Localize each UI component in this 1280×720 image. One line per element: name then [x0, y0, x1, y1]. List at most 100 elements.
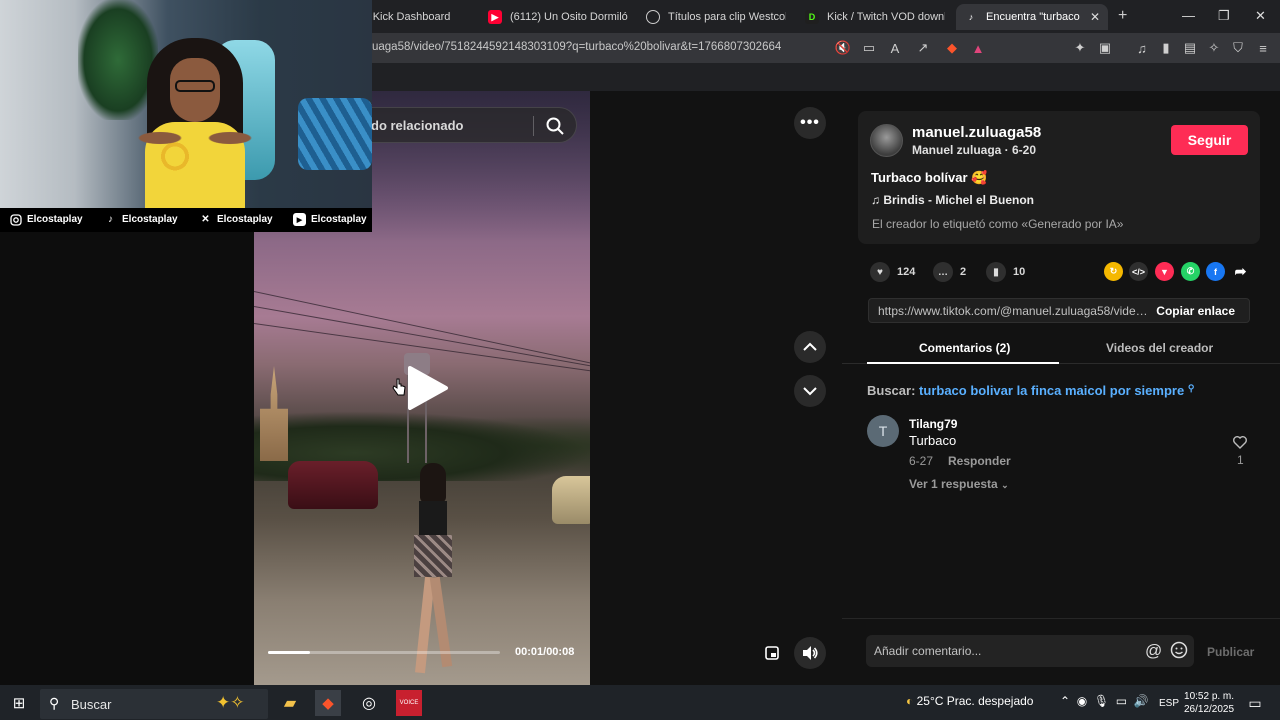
repost-icon[interactable]: ↻ — [1104, 262, 1123, 281]
video-person — [406, 463, 460, 674]
notification-icon[interactable]: ▭ — [1242, 690, 1268, 716]
system-clock[interactable]: 10:52 p. m. 26/12/2025 — [1184, 690, 1234, 716]
creator-avatar[interactable] — [870, 124, 903, 157]
tab-vod-downloader[interactable]: D Kick / Twitch VOD downloa — [805, 4, 945, 30]
comment-date: 6-27 — [909, 454, 934, 468]
weather-widget[interactable]: ◐ 25°C Prac. despejado — [906, 694, 1033, 708]
webcam-overlay — [0, 0, 372, 208]
social-handle: Elcostaplay — [217, 214, 273, 225]
clock-time: 10:52 p. m. — [1184, 691, 1235, 702]
share-icon[interactable]: ➦ — [1231, 262, 1250, 281]
windows-start-icon[interactable]: ⊞ — [6, 690, 32, 716]
brave-rewards-icon[interactable]: ▲ — [969, 39, 987, 57]
pip-icon — [765, 646, 779, 660]
comment-like-count: 1 — [1237, 453, 1244, 467]
menu-icon[interactable]: ≡ — [1254, 39, 1272, 57]
view-replies-button[interactable]: Ver 1 respuesta ⌄ — [909, 477, 1009, 491]
chevron-down-icon: ⌄ — [1001, 480, 1009, 490]
tab-titulos[interactable]: Títulos para clip Westcol — [646, 4, 786, 30]
related-search-suggestion[interactable]: Buscar: turbaco bolivar la finca maicol … — [867, 383, 1194, 398]
ellipsis-icon: ••• — [800, 114, 820, 131]
divider — [533, 116, 534, 136]
wallet-icon[interactable]: ▤ — [1181, 39, 1199, 57]
tiktok-icon: ♪ — [968, 12, 974, 22]
tray-icons[interactable]: ⌃ ◉ 🎙 ▭ 🔊 — [1060, 694, 1149, 708]
social-handles-bar: Elcostaplay ♪ Elcostaplay ✕ Elcostaplay … — [0, 208, 372, 232]
obs-icon[interactable]: ◎ — [356, 690, 382, 716]
tab-comments[interactable]: Comentarios (2) — [919, 341, 1010, 355]
floating-player-button[interactable] — [756, 637, 788, 669]
tab-label: Kick / Twitch VOD downloa — [827, 11, 945, 23]
whatsapp-icon[interactable]: ✆ — [1181, 262, 1200, 281]
commenter-avatar[interactable]: T — [867, 415, 899, 447]
emoji-icon[interactable] — [1170, 641, 1188, 659]
brave-browser-icon[interactable]: ◆ — [315, 690, 341, 716]
creator-username[interactable]: manuel.zuluaga58 — [912, 124, 1041, 141]
file-explorer-icon[interactable]: ▰ — [277, 690, 303, 716]
screenshot-icon[interactable]: ▣ — [1096, 39, 1114, 57]
more-options-button[interactable]: ••• — [794, 107, 826, 139]
mute-site-icon[interactable]: 🔇 — [834, 39, 852, 57]
extensions-icon[interactable]: ✦ — [1071, 39, 1089, 57]
share-page-icon[interactable]: ↗ — [914, 39, 932, 57]
comment-input[interactable]: Añadir comentario... @ — [866, 635, 1194, 667]
send-icon[interactable]: ▼ — [1155, 262, 1174, 281]
translate-icon[interactable]: A — [886, 39, 904, 57]
close-window-icon[interactable]: ✕ — [1255, 8, 1266, 24]
tab-kick-dashboard[interactable]: - Kick Dashboard — [366, 4, 476, 30]
social-handle: Elcostaplay — [311, 214, 367, 225]
search-icon[interactable] — [545, 116, 565, 136]
cast-icon[interactable]: ▭ — [860, 39, 878, 57]
video-progress-bar[interactable] — [268, 651, 500, 654]
creator-nickname: Manuel zuluaga · 6-20 — [912, 143, 1037, 157]
new-tab-icon[interactable]: + — [1118, 7, 1127, 25]
comment-button[interactable]: … 2 — [933, 262, 966, 282]
video-progress-fill — [268, 651, 310, 654]
minimize-icon[interactable]: — — [1182, 8, 1195, 23]
related-search-query[interactable]: turbaco bolivar la finca maicol por siem… — [919, 383, 1184, 398]
comment-placeholder: Añadir comentario... — [874, 644, 982, 658]
copilot-sparkle-icon: ✦✧ — [216, 693, 245, 712]
music-link[interactable]: ♫ Brindis - Michel el Buenon — [871, 193, 1034, 207]
video-link[interactable]: https://www.tiktok.com/@manuel.zuluaga58… — [878, 304, 1150, 318]
tab-youtube[interactable]: ▶ (6112) Un Osito Dormilón, E — [488, 4, 628, 30]
chevron-up-icon — [803, 342, 817, 351]
tab-label: Títulos para clip Westcol — [668, 11, 786, 23]
cam-pillow — [298, 98, 372, 170]
taskbar-search[interactable]: ⚲ Buscar ✦✧ — [40, 689, 268, 719]
instagram-icon — [9, 213, 22, 226]
like-button[interactable]: ♥ 124 — [870, 262, 915, 282]
previous-video-button[interactable] — [794, 331, 826, 363]
like-count: 124 — [897, 266, 916, 278]
sidebar-icon[interactable]: ▮ — [1157, 39, 1175, 57]
reply-button[interactable]: Responder — [948, 454, 1011, 468]
leo-ai-icon[interactable]: ✧ — [1205, 39, 1223, 57]
input-language[interactable]: ESP — [1159, 698, 1179, 709]
embed-icon[interactable]: </> — [1129, 262, 1148, 281]
voicemeeter-icon[interactable]: VOICE — [396, 690, 422, 716]
mention-icon[interactable]: @ — [1145, 641, 1162, 661]
video-taxi — [552, 476, 590, 524]
video-description: Turbaco bolívar 🥰 — [871, 170, 988, 185]
next-video-button[interactable] — [794, 375, 826, 407]
active-tab-indicator — [867, 362, 1059, 364]
save-button[interactable]: ▮ 10 — [986, 262, 1025, 282]
play-icon[interactable] — [406, 364, 450, 412]
video-church — [260, 366, 288, 461]
maximize-icon[interactable]: ❐ — [1218, 8, 1230, 24]
vpn-icon[interactable]: ⛉ — [1229, 39, 1247, 57]
copy-link-button[interactable]: Copiar enlace — [1156, 304, 1235, 318]
brave-shield-icon[interactable]: ◆ — [943, 39, 961, 57]
publish-button[interactable]: Publicar — [1207, 645, 1254, 659]
commenter-username[interactable]: Tilang79 — [909, 417, 957, 431]
tab-creator-videos[interactable]: Videos del creador — [1106, 341, 1213, 355]
url-field[interactable]: uaga58/video/7518244592148303109?q=turba… — [372, 41, 781, 53]
volume-button[interactable] — [794, 637, 826, 669]
comment-like-icon[interactable] — [1232, 434, 1248, 450]
facebook-icon[interactable]: f — [1206, 262, 1225, 281]
close-tab-icon[interactable]: ✕ — [1090, 10, 1100, 24]
media-icon[interactable]: ♫ — [1133, 39, 1151, 57]
person-hair — [420, 463, 446, 503]
tab-tiktok-active[interactable]: ♪ Encuentra "turbaco boli ✕ — [956, 4, 1108, 30]
follow-button[interactable]: Seguir — [1171, 125, 1248, 155]
